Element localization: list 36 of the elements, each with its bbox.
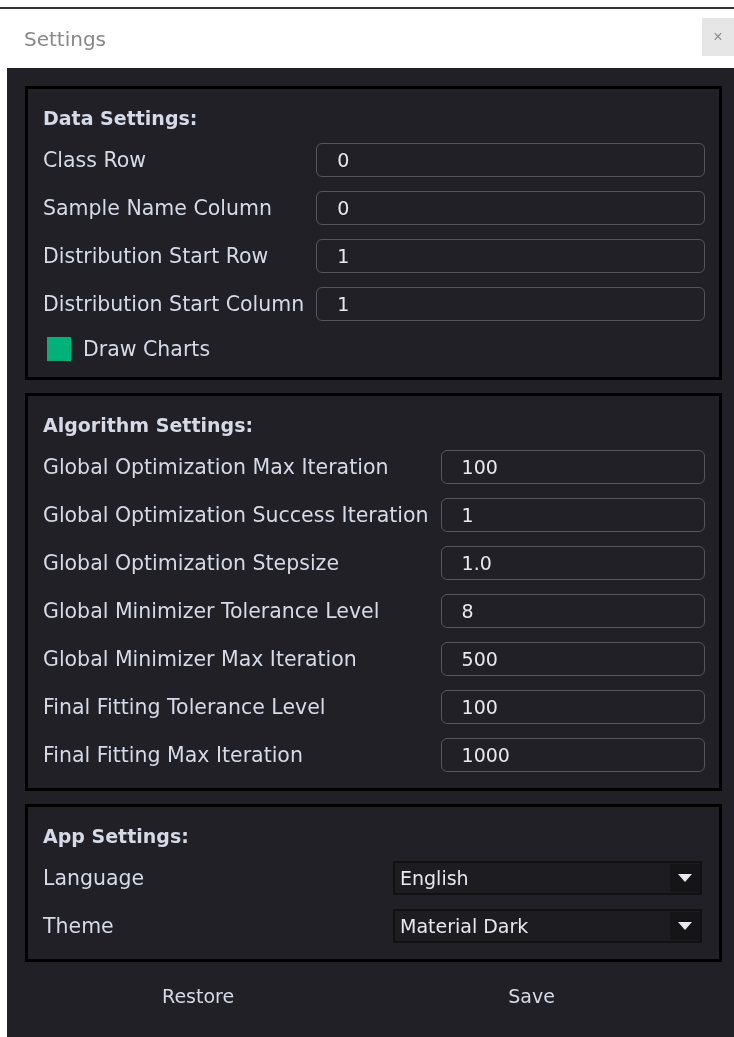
group-title: App Settings:	[43, 825, 190, 847]
group-title: Data Settings:	[43, 107, 199, 129]
field-label: Class Row	[43, 148, 148, 172]
field-label: Global Minimizer Max Iteration	[43, 647, 358, 671]
caret-icon	[678, 874, 692, 882]
input-field[interactable]: 1	[316, 239, 705, 273]
field-label: Global Optimization Max Iteration	[43, 455, 390, 479]
dropdown[interactable]: Material Dark	[393, 909, 702, 943]
input-field[interactable]: 100	[440, 690, 705, 724]
input-field[interactable]: 1	[440, 498, 705, 532]
field-label: Final Fitting Max Iteration	[43, 743, 304, 767]
input-field[interactable]: 1.0	[440, 546, 705, 580]
field-label: Language	[43, 866, 146, 890]
field-label: Distribution Start Column	[43, 292, 305, 316]
group-title: Algorithm Settings:	[43, 414, 255, 436]
field-label: Sample Name Column	[43, 196, 273, 220]
window-title: Settings	[24, 26, 107, 51]
input-field[interactable]: 1000	[440, 738, 705, 772]
input-field[interactable]: 1	[316, 287, 705, 321]
field-label: Final Fitting Tolerance Level	[43, 695, 327, 719]
restore-button[interactable]: Restore	[142, 975, 255, 1017]
save-button[interactable]: Save	[488, 975, 575, 1017]
checkbox-label: Draw Charts	[83, 337, 211, 361]
input-field[interactable]: 0	[316, 191, 705, 225]
input-field[interactable]: 8	[440, 594, 705, 628]
input-field[interactable]: 500	[440, 642, 705, 676]
field-label: Global Optimization Stepsize	[43, 551, 340, 575]
input-field[interactable]: 0	[316, 143, 705, 177]
checkbox[interactable]	[47, 337, 71, 361]
field-label: Distribution Start Row	[43, 244, 270, 268]
input-field[interactable]: 100	[440, 450, 705, 484]
field-label: Theme	[43, 914, 115, 938]
caret-icon	[678, 922, 692, 930]
dropdown[interactable]: English	[393, 861, 702, 895]
field-label: Global Minimizer Tolerance Level	[43, 599, 381, 623]
field-label: Global Optimization Success Iteration	[43, 503, 429, 527]
